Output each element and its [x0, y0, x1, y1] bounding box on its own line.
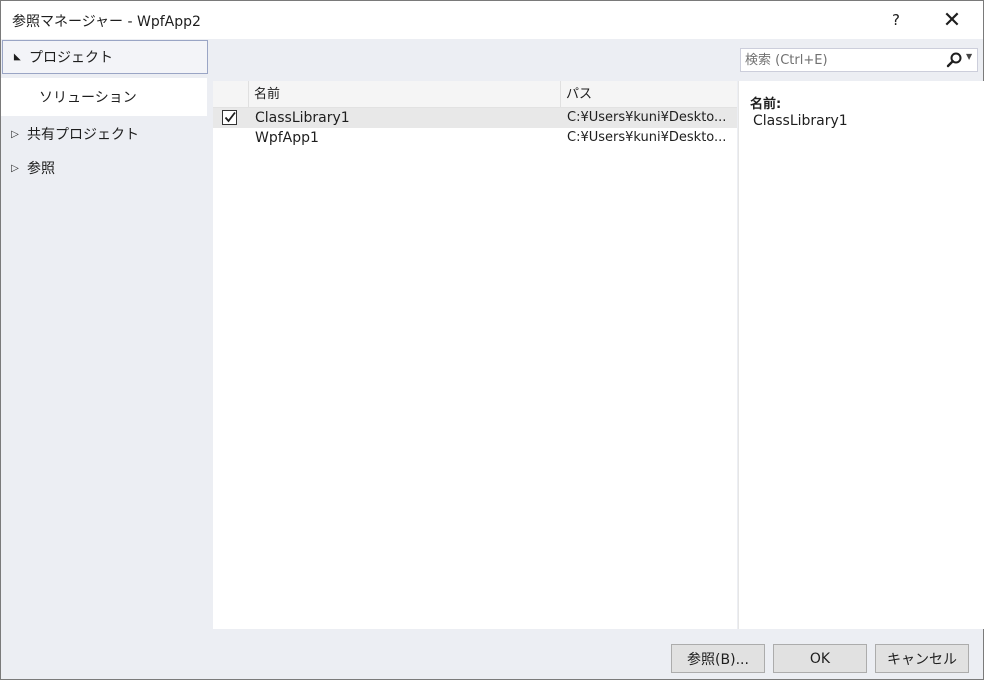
nav-item-shared-project-label: 共有プロジェクト: [27, 127, 139, 143]
list-header: 名前 パス: [213, 81, 737, 108]
nav-item-browse[interactable]: ▷ 参照: [1, 151, 207, 185]
browse-button[interactable]: 参照(B)...: [671, 644, 765, 673]
cancel-button[interactable]: キャンセル: [875, 644, 969, 673]
column-separator[interactable]: [560, 81, 561, 107]
title-bar: 参照マネージャー - WpfApp2 ? ✕: [1, 1, 983, 39]
detail-name-value: ClassLibrary1: [753, 113, 848, 129]
row-name: ClassLibrary1: [255, 110, 350, 126]
close-button[interactable]: ✕: [929, 1, 975, 39]
search-icon[interactable]: [944, 51, 964, 69]
expanded-arrow-icon: ◢: [12, 53, 22, 61]
column-header-name[interactable]: 名前: [254, 81, 280, 107]
nav-item-shared-project[interactable]: ▷ 共有プロジェクト: [1, 117, 207, 151]
search-box[interactable]: ▼: [740, 48, 978, 72]
nav-item-solution-label: ソリューション: [39, 90, 137, 106]
search-input[interactable]: [745, 51, 935, 69]
table-row[interactable]: ClassLibrary1 C:¥Users¥kuni¥Deskto...: [213, 108, 737, 128]
reference-list: 名前 パス ClassLibrary1 C:¥Users¥kuni¥Deskto…: [213, 81, 737, 629]
window-title: 参照マネージャー - WpfApp2: [12, 14, 201, 30]
column-separator[interactable]: [248, 81, 249, 107]
collapsed-arrow-icon: ▷: [11, 128, 19, 140]
reference-manager-window: 参照マネージャー - WpfApp2 ? ✕ ◢ プロジェクト ソリューション …: [0, 0, 984, 680]
details-pane: 名前: ClassLibrary1: [738, 81, 984, 629]
category-nav: ◢ プロジェクト ソリューション ▷ 共有プロジェクト ▷ 参照: [1, 39, 209, 636]
include-checkbox[interactable]: [222, 110, 237, 125]
row-path: C:¥Users¥kuni¥Deskto...: [567, 130, 727, 145]
help-button[interactable]: ?: [873, 1, 919, 39]
table-row[interactable]: WpfApp1 C:¥Users¥kuni¥Deskto...: [213, 128, 737, 148]
ok-button[interactable]: OK: [773, 644, 867, 673]
collapsed-arrow-icon: ▷: [11, 162, 19, 174]
checkmark-icon: [224, 111, 236, 123]
nav-item-browse-label: 参照: [27, 161, 55, 177]
nav-item-solution[interactable]: ソリューション: [1, 78, 207, 116]
search-options-dropdown-icon[interactable]: ▼: [966, 52, 972, 61]
detail-name-label: 名前:: [750, 97, 782, 112]
row-path: C:¥Users¥kuni¥Deskto...: [567, 110, 727, 125]
dialog-footer: 参照(B)... OK キャンセル: [1, 635, 983, 679]
row-name: WpfApp1: [255, 130, 319, 146]
column-header-path[interactable]: パス: [566, 81, 592, 107]
nav-item-project-label: プロジェクト: [29, 50, 113, 66]
nav-item-project[interactable]: ◢ プロジェクト: [2, 40, 208, 74]
